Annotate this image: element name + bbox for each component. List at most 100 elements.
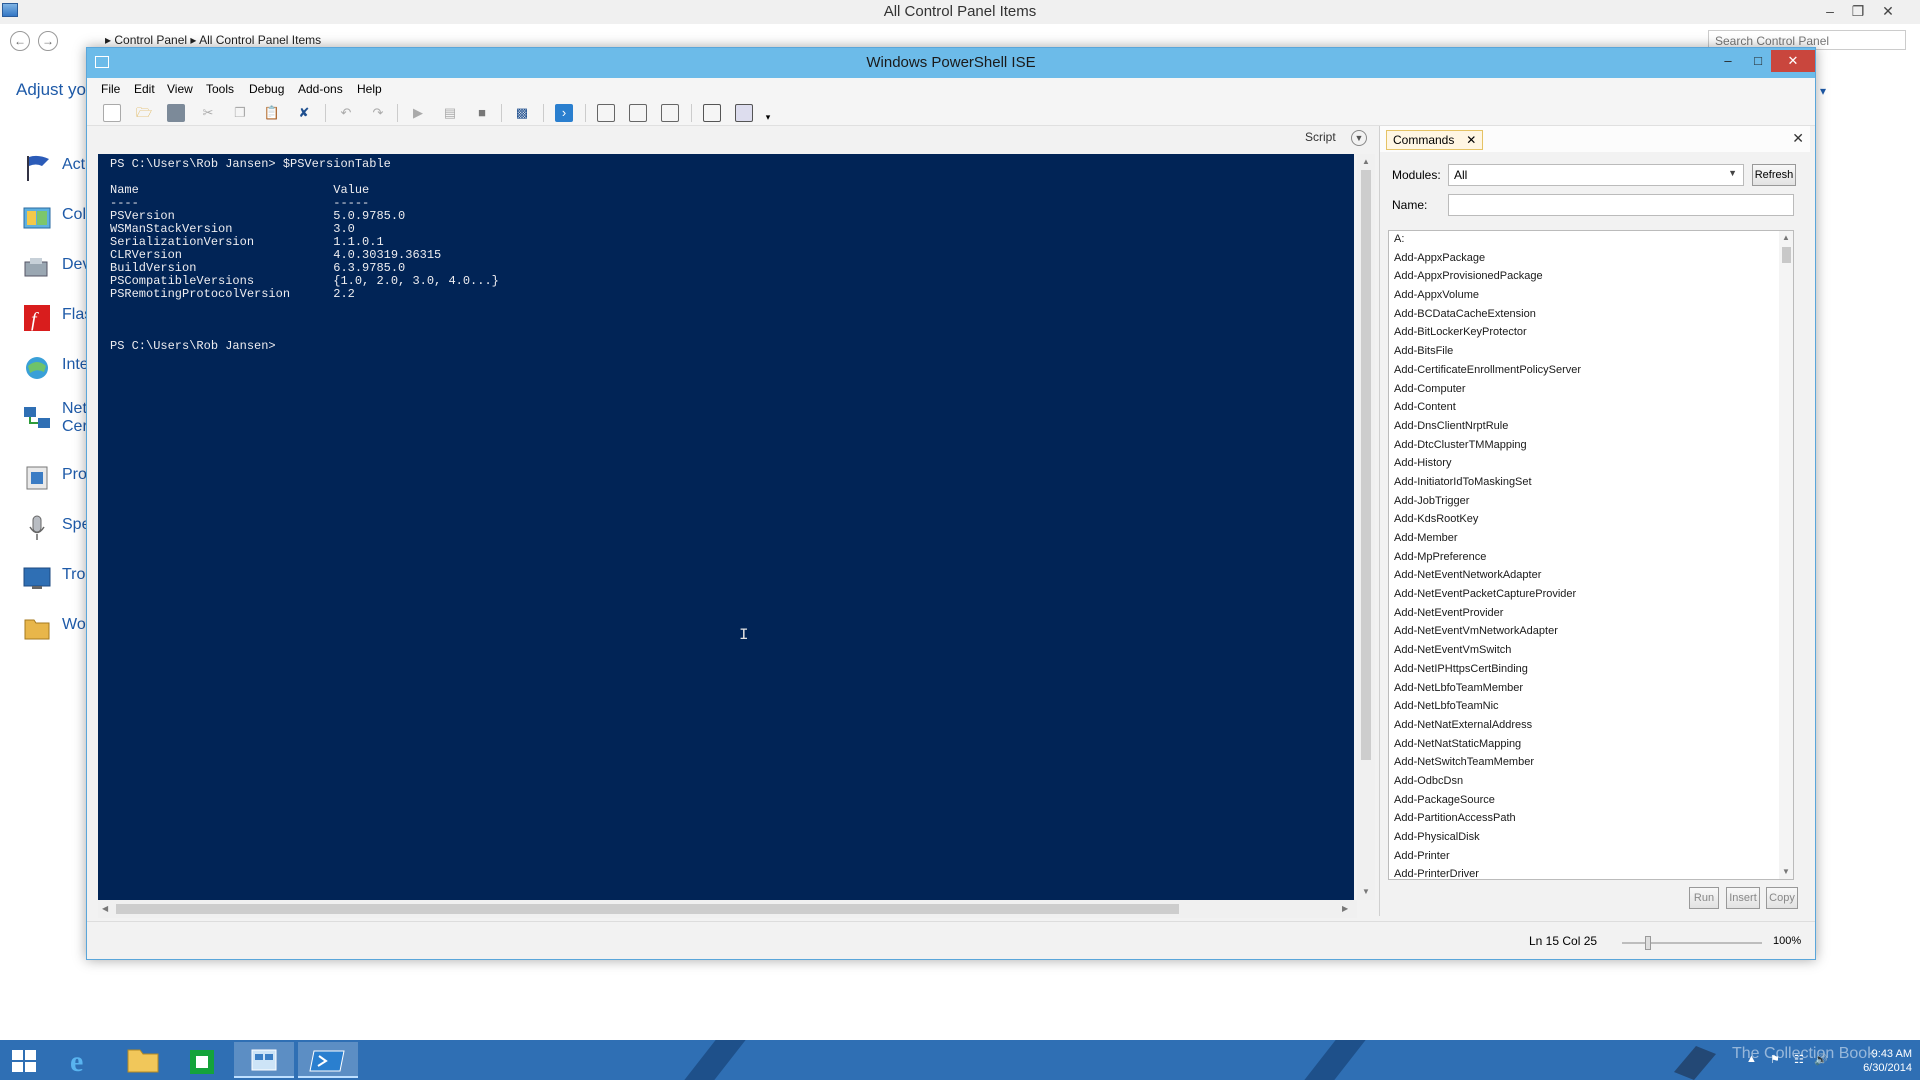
- show-command-window-icon[interactable]: [703, 104, 721, 122]
- minimize-button[interactable]: –: [1820, 2, 1840, 20]
- commands-list-scrollbar[interactable]: ▲ ▼: [1779, 231, 1793, 879]
- show-script-top-icon[interactable]: [597, 104, 615, 122]
- command-list-item[interactable]: Add-OdbcDsn: [1394, 775, 1581, 794]
- breadcrumb[interactable]: ▸ Control Panel ▸ All Control Panel Item…: [105, 33, 321, 47]
- command-list-item[interactable]: Add-BitsFile: [1394, 345, 1581, 364]
- command-list-item[interactable]: Add-KdsRootKey: [1394, 513, 1581, 532]
- open-folder-icon[interactable]: 🗁: [135, 104, 153, 122]
- command-list-item[interactable]: Add-PhysicalDisk: [1394, 831, 1581, 850]
- ise-close-button[interactable]: ✕: [1771, 50, 1815, 72]
- cp-item-work-folders[interactable]: Wo: [18, 610, 88, 650]
- command-list-item[interactable]: Add-NetEventVmNetworkAdapter: [1394, 625, 1581, 644]
- powershell-ise-taskbar-button[interactable]: [298, 1042, 358, 1078]
- control-panel-taskbar-button[interactable]: [234, 1042, 294, 1078]
- commands-list[interactable]: A: Add-AppxPackage Add-AppxProvisionedPack…: [1388, 230, 1794, 880]
- command-list-item[interactable]: Add-Content: [1394, 401, 1581, 420]
- command-list-item[interactable]: Add-NetLbfoTeamMember: [1394, 682, 1581, 701]
- menu-file[interactable]: File: [101, 82, 120, 96]
- cp-item-devices[interactable]: Dev: [18, 250, 90, 290]
- menu-edit[interactable]: Edit: [134, 82, 155, 96]
- command-list-item[interactable]: A:: [1394, 233, 1581, 252]
- show-command-addon-icon[interactable]: [735, 104, 753, 122]
- command-list-item[interactable]: Add-PrinterDriver: [1394, 868, 1581, 879]
- cp-item-color[interactable]: Col: [18, 200, 88, 240]
- command-list-item[interactable]: Add-BCDataCacheExtension: [1394, 308, 1581, 327]
- start-button[interactable]: [12, 1050, 36, 1072]
- command-list-item[interactable]: Add-DnsClientNrptRule: [1394, 420, 1581, 439]
- show-script-maximized-icon[interactable]: [661, 104, 679, 122]
- cp-item-flash[interactable]: f Flas: [18, 300, 92, 340]
- redo-icon[interactable]: ↷: [369, 104, 387, 122]
- command-list-item[interactable]: Add-AppxPackage: [1394, 252, 1581, 271]
- command-list-item[interactable]: Add-NetLbfoTeamNic: [1394, 700, 1581, 719]
- cp-item-internet[interactable]: Inte: [18, 350, 89, 390]
- modules-dropdown[interactable]: All ▼: [1448, 164, 1744, 186]
- clear-console-icon[interactable]: ✘: [295, 104, 313, 122]
- file-explorer-taskbar-button[interactable]: [112, 1042, 172, 1078]
- new-file-icon[interactable]: [103, 104, 121, 122]
- menu-view[interactable]: View: [167, 82, 193, 96]
- command-list-item[interactable]: Add-NetEventNetworkAdapter: [1394, 569, 1581, 588]
- run-selection-icon[interactable]: ▤: [441, 104, 459, 122]
- cp-item-troubleshoot[interactable]: Tro: [18, 560, 88, 600]
- command-list-item[interactable]: Add-MpPreference: [1394, 551, 1581, 570]
- internet-explorer-taskbar-button[interactable]: e: [52, 1042, 112, 1078]
- console-vertical-scrollbar[interactable]: ▲ ▼: [1357, 154, 1375, 900]
- script-pane-toggle[interactable]: Script: [1305, 130, 1336, 144]
- scrollbar-thumb[interactable]: [1782, 247, 1791, 263]
- cut-icon[interactable]: ✂: [199, 104, 217, 122]
- forward-button[interactable]: →: [38, 31, 58, 51]
- command-list-item[interactable]: Add-Computer: [1394, 383, 1581, 402]
- cp-item-action-center[interactable]: Acti: [18, 150, 89, 190]
- command-list-item[interactable]: Add-Printer: [1394, 850, 1581, 869]
- paste-icon[interactable]: 📋: [263, 104, 281, 122]
- volume-icon[interactable]: 🔊: [1814, 1053, 1828, 1066]
- command-list-item[interactable]: Add-AppxVolume: [1394, 289, 1581, 308]
- scroll-right-icon[interactable]: ▶: [1342, 904, 1348, 913]
- insert-button[interactable]: Insert: [1726, 887, 1760, 909]
- cp-item-network[interactable]: Net Cer: [18, 400, 88, 448]
- command-list-item[interactable]: Add-NetEventPacketCaptureProvider: [1394, 588, 1581, 607]
- taskbar-clock[interactable]: 9:43 AM 6/30/2014: [1832, 1047, 1912, 1075]
- scroll-up-icon[interactable]: ▲: [1362, 157, 1370, 166]
- scroll-left-icon[interactable]: ◀: [102, 904, 108, 913]
- console-horizontal-scrollbar[interactable]: ◀ ▶: [98, 900, 1357, 918]
- command-list-item[interactable]: Add-Member: [1394, 532, 1581, 551]
- undo-icon[interactable]: ↶: [337, 104, 355, 122]
- view-by-chevron-icon[interactable]: ▾: [1820, 84, 1826, 98]
- stop-icon[interactable]: ■: [473, 104, 491, 122]
- powershell-console-icon[interactable]: ›: [555, 104, 573, 122]
- scroll-down-icon[interactable]: ▼: [1782, 867, 1790, 876]
- save-icon[interactable]: [167, 104, 185, 122]
- cp-item-speech[interactable]: Spe: [18, 510, 90, 550]
- command-list-item[interactable]: Add-InitiatorIdToMaskingSet: [1394, 476, 1581, 495]
- action-center-flag-icon[interactable]: ⚑: [1770, 1053, 1780, 1066]
- scroll-down-icon[interactable]: ▼: [1362, 887, 1370, 896]
- restore-button[interactable]: ❐: [1848, 2, 1868, 20]
- commands-tab[interactable]: Commands ✕: [1386, 130, 1484, 150]
- command-list-item[interactable]: Add-PartitionAccessPath: [1394, 812, 1581, 831]
- console-pane[interactable]: PS C:\Users\Rob Jansen> $PSVersionTable N…: [98, 154, 1354, 900]
- command-list-item[interactable]: Add-NetEventVmSwitch: [1394, 644, 1581, 663]
- refresh-button[interactable]: Refresh: [1752, 164, 1796, 186]
- command-list-item[interactable]: Add-CertificateEnrollmentPolicyServer: [1394, 364, 1581, 383]
- command-list-item[interactable]: Add-BitLockerKeyProtector: [1394, 326, 1581, 345]
- command-list-item[interactable]: Add-NetSwitchTeamMember: [1394, 756, 1581, 775]
- close-button[interactable]: ✕: [1878, 2, 1898, 20]
- menu-debug[interactable]: Debug: [249, 82, 284, 96]
- command-list-item[interactable]: Add-NetNatStaticMapping: [1394, 738, 1581, 757]
- scroll-up-icon[interactable]: ▲: [1782, 233, 1790, 242]
- close-panel-icon[interactable]: ✕: [1792, 130, 1804, 147]
- expand-script-icon[interactable]: ▼: [1351, 130, 1367, 146]
- store-taskbar-button[interactable]: [172, 1042, 232, 1078]
- show-script-right-icon[interactable]: [629, 104, 647, 122]
- copy-icon[interactable]: ❐: [231, 104, 249, 122]
- close-tab-icon[interactable]: ✕: [1466, 133, 1476, 147]
- network-icon[interactable]: ☷: [1794, 1053, 1804, 1066]
- scrollbar-thumb[interactable]: [1361, 170, 1371, 760]
- menu-help[interactable]: Help: [357, 82, 382, 96]
- scrollbar-thumb[interactable]: [116, 904, 1179, 914]
- command-list-item[interactable]: Add-DtcClusterTMMapping: [1394, 439, 1581, 458]
- ise-maximize-button[interactable]: □: [1743, 50, 1773, 72]
- zoom-slider-thumb[interactable]: [1645, 936, 1651, 950]
